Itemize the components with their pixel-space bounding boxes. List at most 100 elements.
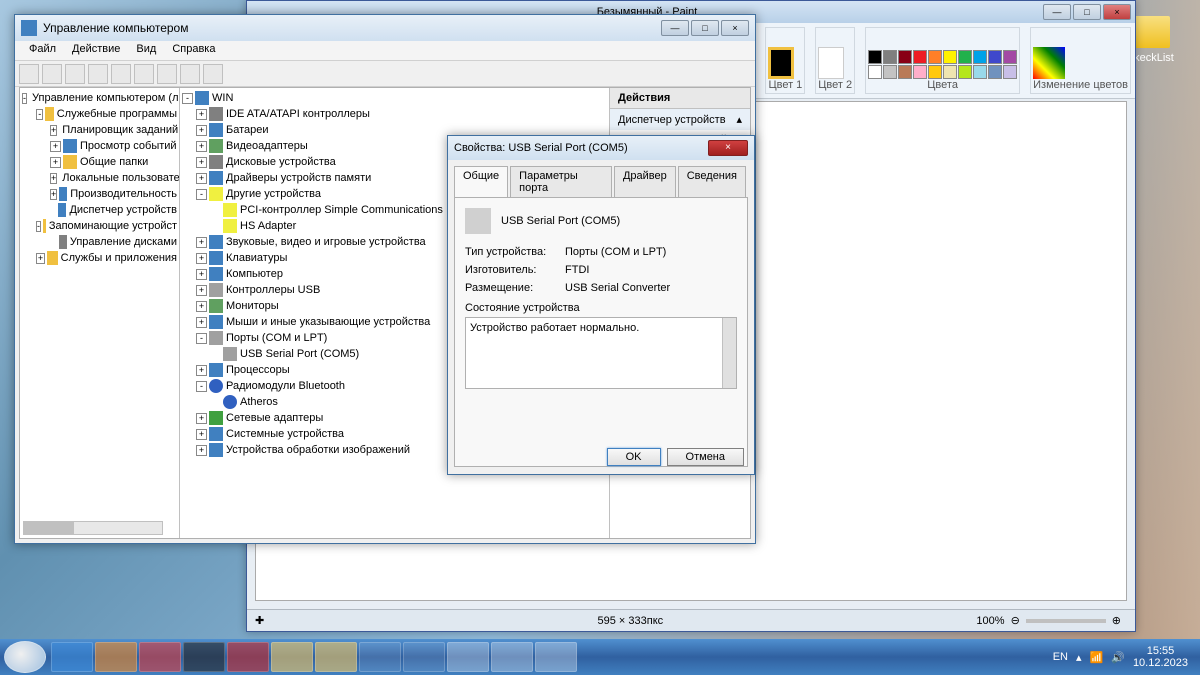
ribbon-color2[interactable]: Цвет 2 bbox=[815, 27, 855, 94]
start-button[interactable] bbox=[4, 641, 46, 673]
expander-icon[interactable]: - bbox=[196, 189, 207, 200]
color-swatch[interactable] bbox=[913, 50, 927, 64]
taskbar-mediaplayer[interactable] bbox=[95, 642, 137, 672]
compmgmt-titlebar[interactable]: Управление компьютером — □ × bbox=[15, 15, 755, 41]
cancel-button[interactable]: Отмена bbox=[667, 448, 744, 466]
expander-icon[interactable]: + bbox=[50, 125, 57, 136]
expander-icon[interactable]: + bbox=[196, 317, 207, 328]
color-swatch[interactable] bbox=[958, 65, 972, 79]
tree-node[interactable]: -Служебные программы bbox=[22, 106, 177, 122]
color-swatch[interactable] bbox=[883, 65, 897, 79]
minimize-button[interactable]: — bbox=[1043, 4, 1071, 20]
volume-icon[interactable]: 🔊 bbox=[1111, 651, 1125, 664]
expander-icon[interactable]: + bbox=[50, 141, 61, 152]
actions-section[interactable]: Диспетчер устройств ▴ bbox=[610, 108, 750, 130]
minimize-button[interactable]: — bbox=[661, 20, 689, 36]
tree-node[interactable]: -Запоминающие устройст bbox=[22, 218, 177, 234]
up-button[interactable] bbox=[65, 64, 85, 84]
close-button[interactable]: × bbox=[708, 140, 748, 156]
tab-Общие[interactable]: Общие bbox=[454, 166, 508, 197]
taskbar-explorer[interactable] bbox=[271, 642, 313, 672]
taskbar-yandex[interactable] bbox=[139, 642, 181, 672]
taskbar-chrome[interactable] bbox=[359, 642, 401, 672]
color-swatch[interactable] bbox=[943, 65, 957, 79]
taskbar-ie[interactable] bbox=[51, 642, 93, 672]
maximize-button[interactable]: □ bbox=[691, 20, 719, 36]
color-swatch[interactable] bbox=[883, 50, 897, 64]
maximize-button[interactable]: □ bbox=[1073, 4, 1101, 20]
clock[interactable]: 15:55 10.12.2023 bbox=[1133, 645, 1188, 669]
taskbar-yandex2[interactable] bbox=[403, 642, 445, 672]
color-swatch[interactable] bbox=[973, 65, 987, 79]
tray-chevron-icon[interactable]: ▴ bbox=[1076, 651, 1082, 664]
tree-node[interactable]: +Локальные пользовате bbox=[22, 170, 177, 186]
ribbon-edit-colors[interactable]: Изменение цветов bbox=[1030, 27, 1131, 94]
expander-icon[interactable]: + bbox=[196, 157, 207, 168]
tree-node[interactable]: +Службы и приложения bbox=[22, 250, 177, 266]
color-swatch[interactable] bbox=[928, 50, 942, 64]
taskbar-explorer2[interactable] bbox=[315, 642, 357, 672]
close-button[interactable]: × bbox=[721, 20, 749, 36]
color-swatch[interactable] bbox=[1003, 50, 1017, 64]
color-swatch[interactable] bbox=[868, 50, 882, 64]
expander-icon[interactable]: + bbox=[196, 237, 207, 248]
status-textbox[interactable]: Устройство работает нормально. bbox=[465, 317, 737, 389]
expander-icon[interactable]: - bbox=[36, 221, 41, 232]
toolbar-button[interactable] bbox=[180, 64, 200, 84]
expander-icon[interactable]: - bbox=[196, 333, 207, 344]
color-swatch[interactable] bbox=[898, 50, 912, 64]
taskbar-browser[interactable] bbox=[183, 642, 225, 672]
toolbar-button[interactable] bbox=[157, 64, 177, 84]
expander-icon[interactable]: + bbox=[196, 141, 207, 152]
ribbon-color1[interactable]: Цвет 1 bbox=[765, 27, 805, 94]
props-titlebar[interactable]: Свойства: USB Serial Port (COM5) × bbox=[448, 136, 754, 160]
expander-icon[interactable]: + bbox=[196, 413, 207, 424]
expander-icon[interactable]: - bbox=[22, 93, 27, 104]
color-swatch[interactable] bbox=[898, 65, 912, 79]
tree-node[interactable]: -Управление компьютером (л bbox=[22, 90, 177, 106]
tree-node[interactable]: +Планировщик заданий bbox=[22, 122, 177, 138]
tree-node[interactable]: +IDE ATA/ATAPI контроллеры bbox=[182, 106, 607, 122]
expander-icon[interactable]: + bbox=[50, 189, 57, 200]
menu-item[interactable]: Справка bbox=[164, 41, 223, 60]
tab-Сведения[interactable]: Сведения bbox=[678, 166, 746, 197]
toolbar-button[interactable] bbox=[203, 64, 223, 84]
color-swatch[interactable] bbox=[943, 50, 957, 64]
color-swatch[interactable] bbox=[913, 65, 927, 79]
expander-icon[interactable]: - bbox=[36, 109, 43, 120]
menu-item[interactable]: Файл bbox=[21, 41, 64, 60]
expander-icon[interactable]: + bbox=[196, 365, 207, 376]
expander-icon[interactable]: + bbox=[196, 301, 207, 312]
forward-button[interactable] bbox=[42, 64, 62, 84]
close-button[interactable]: × bbox=[1103, 4, 1131, 20]
menu-item[interactable]: Действие bbox=[64, 41, 128, 60]
tree-node[interactable]: Диспетчер устройств bbox=[22, 202, 177, 218]
expander-icon[interactable]: + bbox=[50, 173, 57, 184]
expander-icon[interactable]: + bbox=[196, 125, 207, 136]
expander-icon[interactable]: + bbox=[196, 173, 207, 184]
horizontal-scrollbar[interactable] bbox=[23, 521, 163, 535]
tree-node[interactable]: Управление дисками bbox=[22, 234, 177, 250]
color-swatch[interactable] bbox=[868, 65, 882, 79]
taskbar-paint[interactable] bbox=[447, 642, 489, 672]
scrollbar[interactable] bbox=[722, 318, 736, 388]
refresh-button[interactable] bbox=[88, 64, 108, 84]
tree-node[interactable]: +Производительность bbox=[22, 186, 177, 202]
properties-button[interactable] bbox=[111, 64, 131, 84]
expander-icon[interactable]: - bbox=[196, 381, 207, 392]
expander-icon[interactable]: + bbox=[196, 253, 207, 264]
expander-icon[interactable]: + bbox=[196, 285, 207, 296]
color-swatch[interactable] bbox=[928, 65, 942, 79]
color-swatch[interactable] bbox=[1003, 65, 1017, 79]
color-swatch[interactable] bbox=[988, 65, 1002, 79]
taskbar-opera[interactable] bbox=[227, 642, 269, 672]
expander-icon[interactable]: + bbox=[196, 109, 207, 120]
ok-button[interactable]: OK bbox=[607, 448, 661, 466]
tree-node[interactable]: +Общие папки bbox=[22, 154, 177, 170]
color-swatch[interactable] bbox=[988, 50, 1002, 64]
tab-Параметры порта[interactable]: Параметры порта bbox=[510, 166, 612, 197]
help-button[interactable] bbox=[134, 64, 154, 84]
network-icon[interactable]: 📶 bbox=[1090, 651, 1104, 664]
expander-icon[interactable]: + bbox=[196, 429, 207, 440]
color-swatch[interactable] bbox=[958, 50, 972, 64]
